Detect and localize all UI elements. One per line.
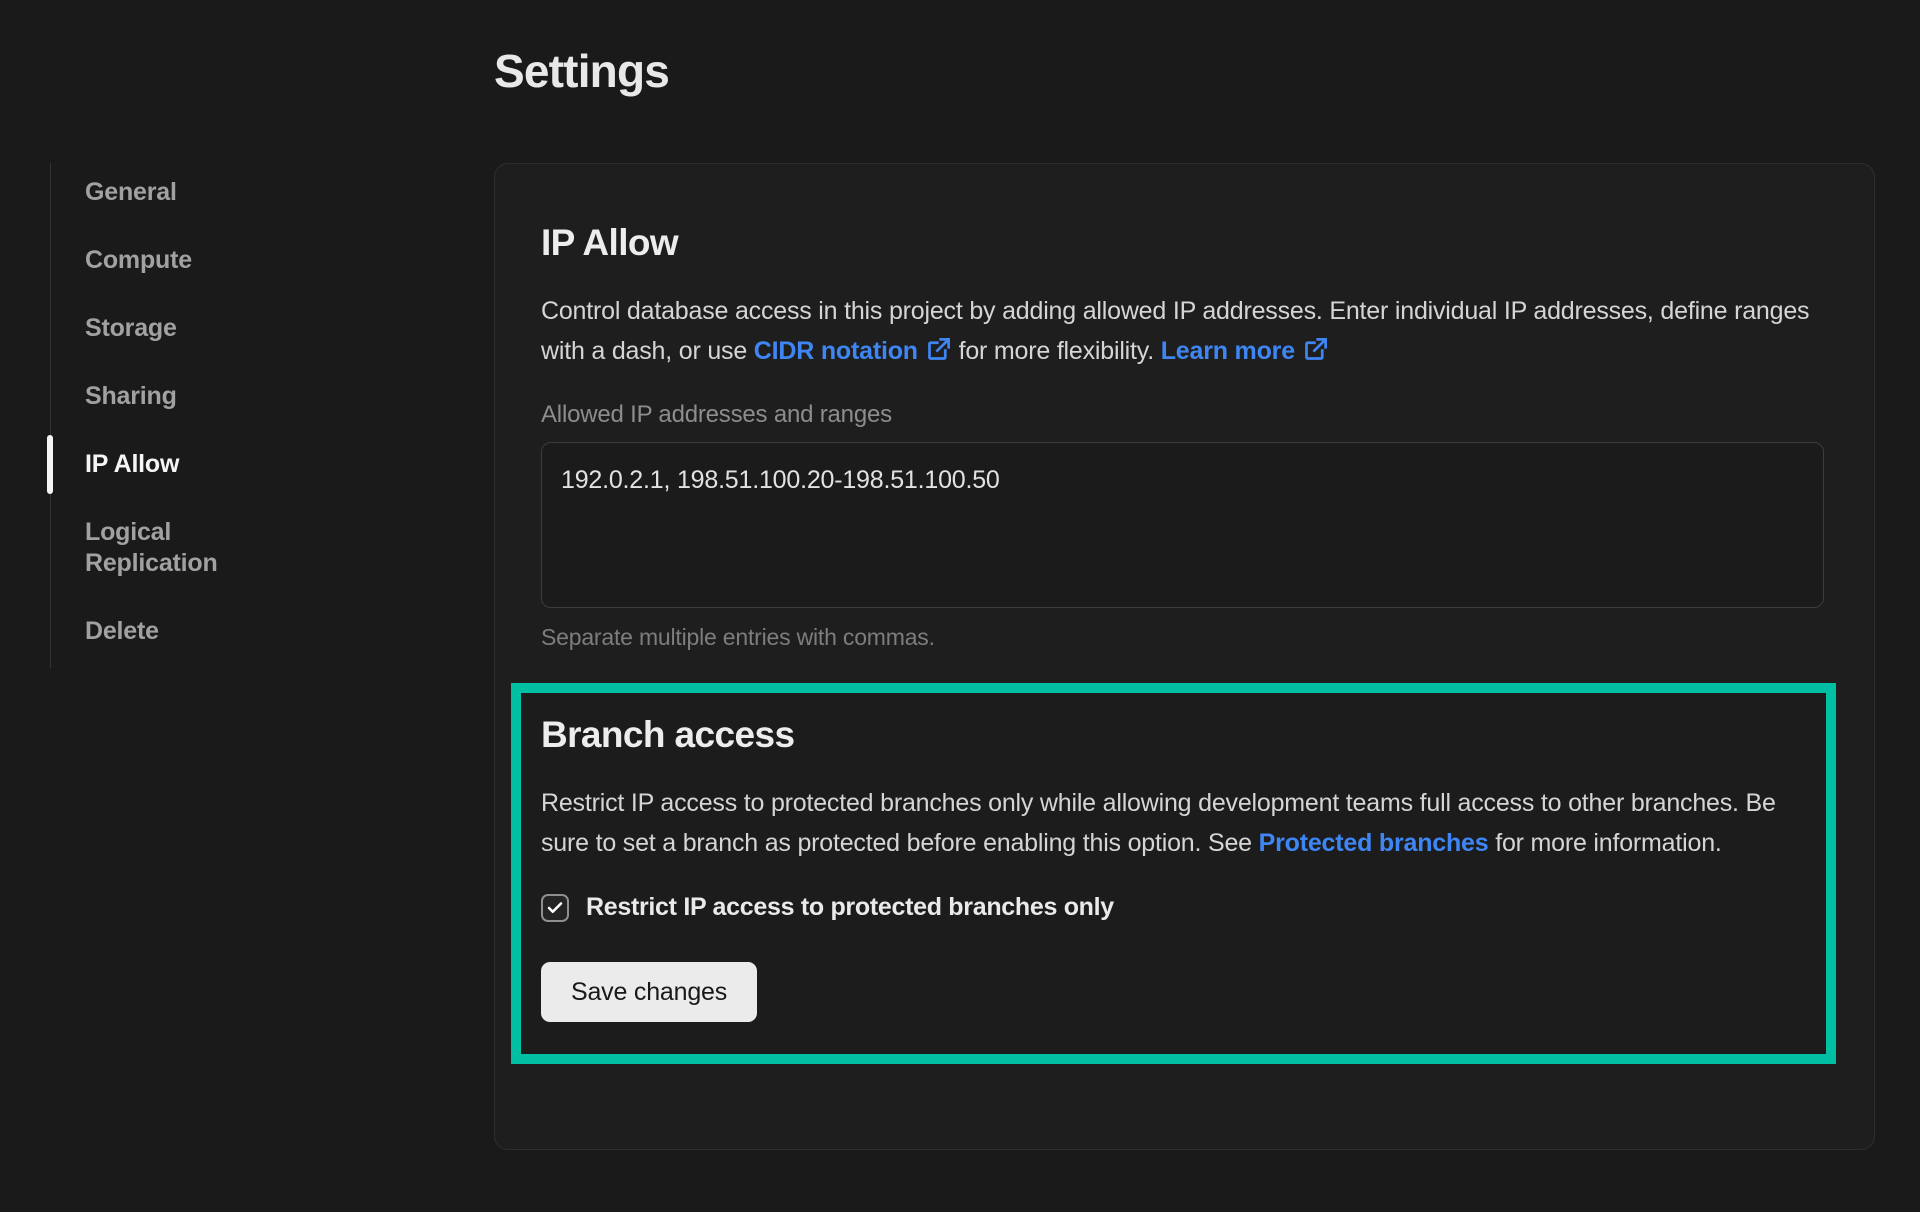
branch-access-heading: Branch access [541, 713, 1806, 757]
external-link-icon [1302, 336, 1329, 363]
protected-branches-link-text: Protected branches [1259, 829, 1489, 857]
external-link-icon [925, 336, 952, 363]
allowed-ip-input[interactable]: 192.0.2.1, 198.51.100.20-198.51.100.50 [541, 442, 1824, 608]
sidebar-item-delete[interactable]: Delete [85, 616, 280, 647]
branch-access-desc-text-2: for more information. [1488, 829, 1721, 857]
cidr-notation-link[interactable]: CIDR notation [754, 337, 952, 365]
sidebar-item-sharing[interactable]: Sharing [85, 381, 280, 412]
restrict-ip-checkbox-label[interactable]: Restrict IP access to protected branches… [586, 893, 1114, 922]
ip-input-helper-text: Separate multiple entries with commas. [541, 624, 1824, 651]
ip-allow-desc-text-2: for more flexibility. [952, 337, 1161, 365]
settings-sidebar: General Compute Storage Sharing IP Allow… [50, 163, 340, 684]
ip-allow-settings-card: IP Allow Control database access in this… [494, 163, 1875, 1150]
sidebar-nav-list: General Compute Storage Sharing IP Allow… [85, 177, 280, 647]
restrict-ip-checkbox[interactable] [541, 894, 569, 922]
branch-access-description: Restrict IP access to protected branches… [541, 783, 1806, 863]
learn-more-link[interactable]: Learn more [1161, 337, 1329, 365]
sidebar-item-storage[interactable]: Storage [85, 313, 280, 344]
cidr-notation-link-text: CIDR notation [754, 337, 918, 365]
save-changes-button[interactable]: Save changes [541, 962, 757, 1022]
learn-more-link-text: Learn more [1161, 337, 1295, 365]
branch-access-highlight-section: Branch access Restrict IP access to prot… [511, 683, 1836, 1064]
sidebar-item-general[interactable]: General [85, 177, 280, 208]
page-title: Settings [494, 44, 669, 98]
allowed-ip-label: Allowed IP addresses and ranges [541, 401, 1824, 429]
sidebar-item-ip-allow[interactable]: IP Allow [85, 449, 280, 480]
sidebar-item-logical-replication[interactable]: Logical Replication [85, 517, 280, 579]
ip-allow-description: Control database access in this project … [541, 291, 1821, 371]
sidebar-item-compute[interactable]: Compute [85, 245, 280, 276]
restrict-ip-checkbox-row: Restrict IP access to protected branches… [541, 893, 1806, 922]
protected-branches-link[interactable]: Protected branches [1259, 829, 1489, 857]
checkmark-icon [546, 899, 564, 917]
sidebar-divider [50, 163, 51, 668]
ip-allow-heading: IP Allow [541, 221, 1824, 265]
